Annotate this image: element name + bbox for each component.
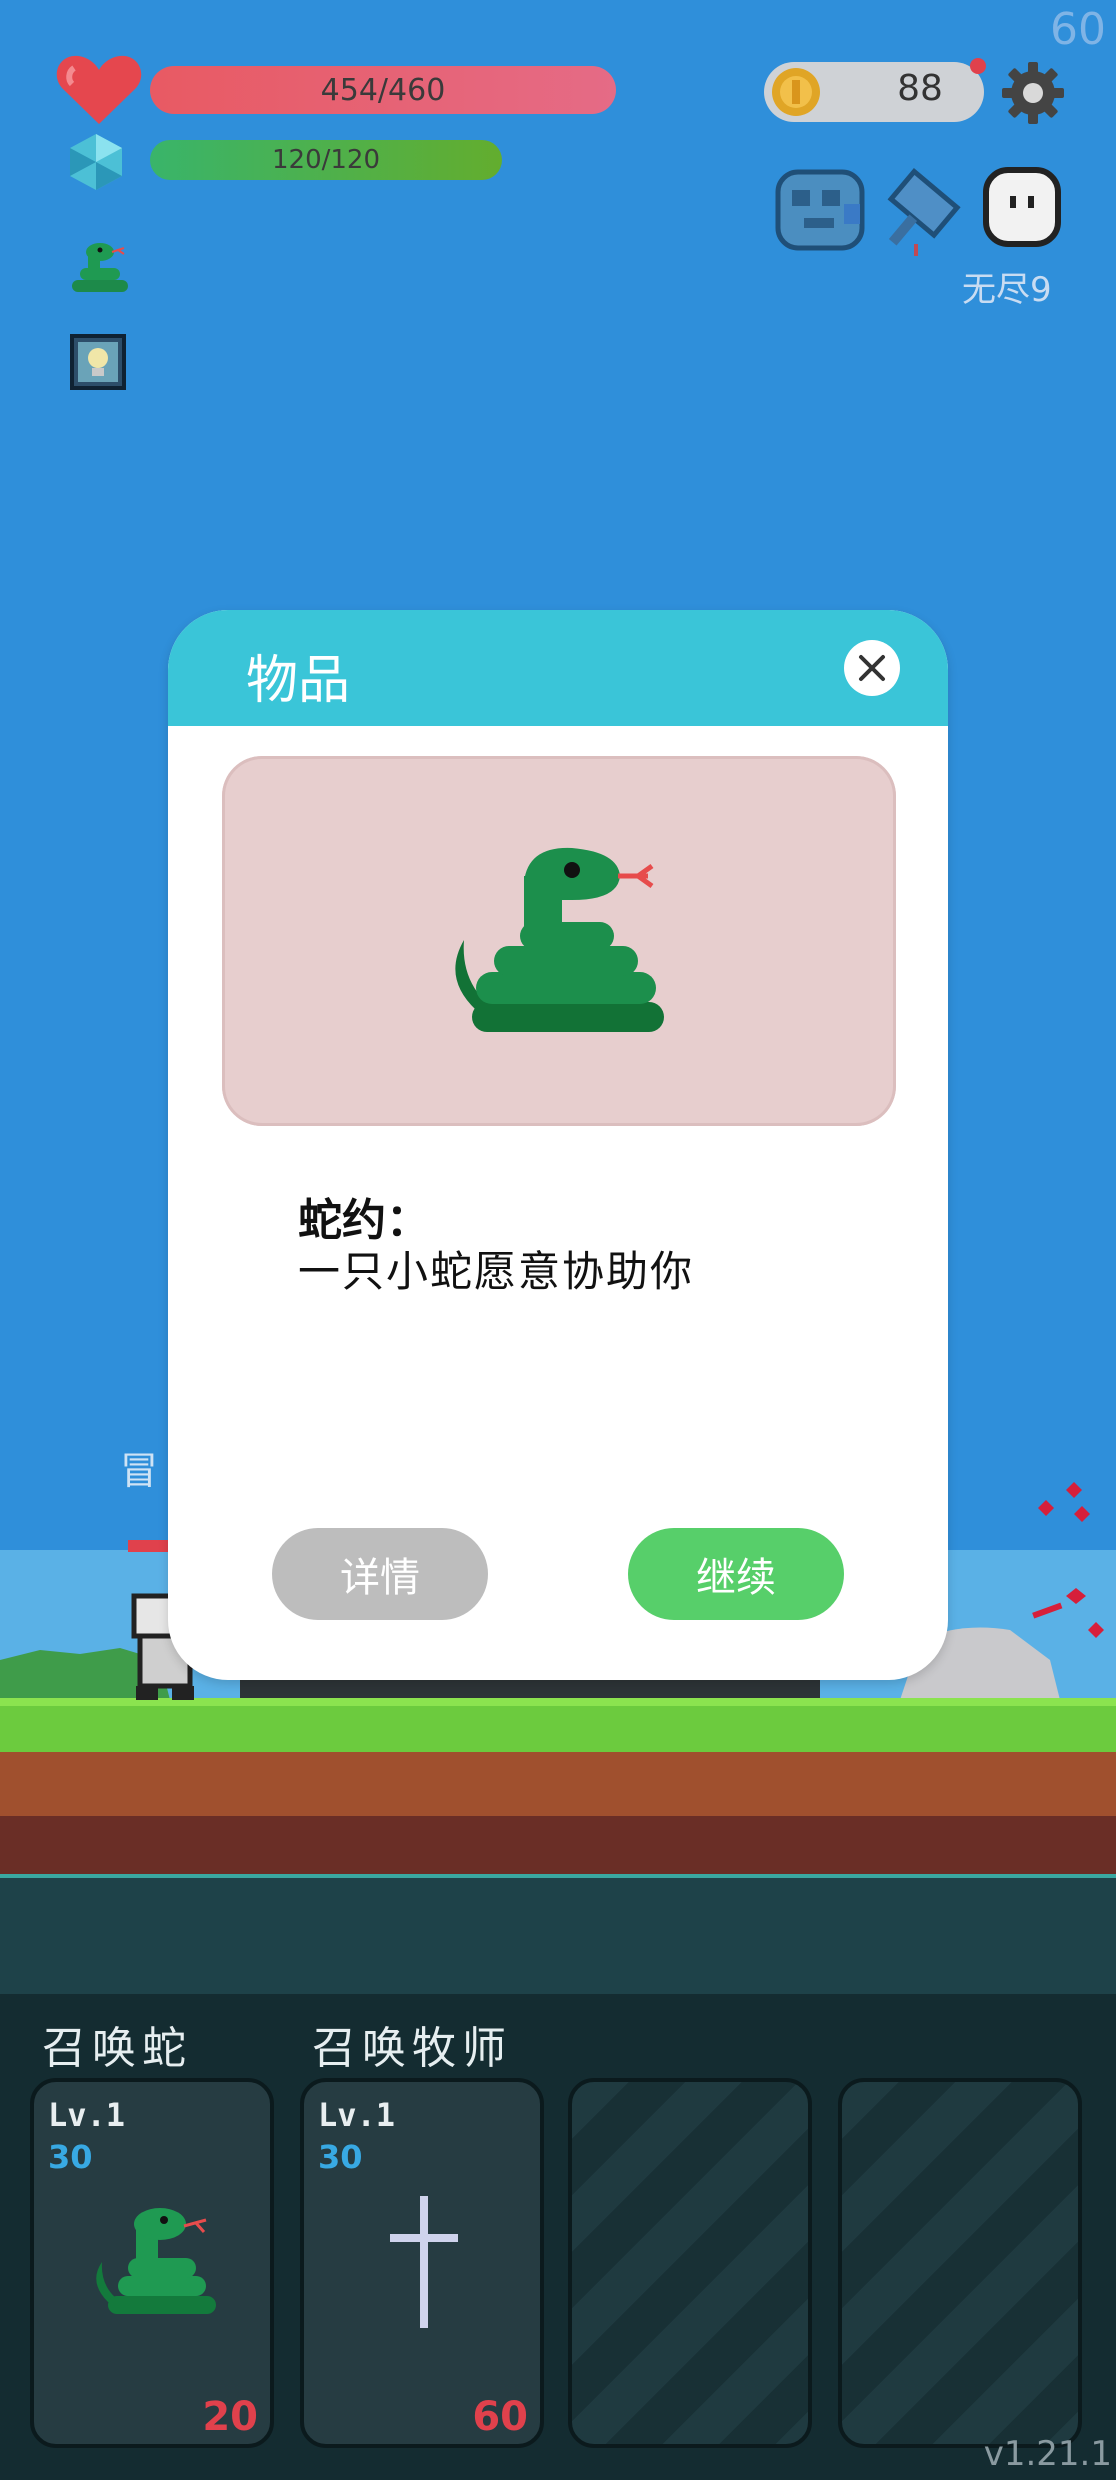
close-button[interactable]: [844, 640, 900, 696]
cross-icon: [390, 2196, 458, 2328]
adventurer-label-partial: 冒: [120, 1449, 159, 1493]
skill-title-summon-priest: 召唤牧师: [312, 2023, 512, 2074]
lightbulb-item-icon[interactable]: [70, 334, 126, 390]
mana-crystal-icon: [70, 134, 122, 190]
snake-icon: [455, 847, 664, 1032]
heart-icon: [56, 55, 142, 124]
snake-icon: [96, 2208, 216, 2314]
cleaver-icon[interactable]: [874, 164, 970, 260]
mana-value: 120/120: [271, 145, 380, 175]
skill-title-summon-snake: 召唤蛇: [42, 2023, 192, 2074]
deep-dirt-layer: [0, 1816, 1116, 1874]
health-value: 454/460: [320, 72, 446, 108]
skill-card-summon-priest[interactable]: Lv.1 30 60: [300, 2078, 544, 2448]
coin-value: 88: [897, 68, 943, 109]
skill-cost: 30: [318, 2138, 363, 2176]
notification-dot: [970, 58, 986, 74]
close-icon: [859, 655, 885, 681]
health-bar: 454/460: [150, 66, 616, 114]
blood-particles: [1032, 1482, 1104, 1638]
skill-price: 60: [472, 2394, 528, 2440]
empty-skill-slot-2[interactable]: [838, 2078, 1082, 2448]
skill-level: Lv.1: [318, 2096, 396, 2134]
details-button[interactable]: 详情: [272, 1528, 488, 1620]
adventurer-health-partial: [128, 1540, 172, 1552]
endless-mode-label: 无尽9: [962, 270, 1052, 310]
version-label: v1.21.1: [983, 2434, 1112, 2474]
snake-buff-icon[interactable]: [66, 236, 136, 296]
coin-icon: [772, 68, 820, 116]
empty-skill-slot-1[interactable]: [568, 2078, 812, 2448]
item-description: 一只小蛇愿意协助你: [298, 1247, 695, 1296]
fps-counter: 60: [1050, 4, 1106, 55]
skill-level: Lv.1: [48, 2096, 126, 2134]
item-image-frame: [222, 756, 896, 1126]
skill-cost: 30: [48, 2138, 93, 2176]
settings-gear-icon[interactable]: [1000, 60, 1066, 126]
item-dialog: 物品 蛇约： 一只小蛇愿意协助你 详情 继续: [168, 610, 948, 1680]
skull-character-icon[interactable]: [774, 164, 866, 254]
ghost-character-icon[interactable]: [982, 166, 1062, 248]
continue-button[interactable]: 继续: [628, 1528, 844, 1620]
skill-price: 20: [202, 2394, 258, 2440]
water-strip: [0, 1874, 1116, 1998]
mana-bar: 120/120: [150, 140, 502, 180]
dirt-layer: [0, 1752, 1116, 1816]
dialog-title: 物品: [246, 651, 351, 711]
skill-card-summon-snake[interactable]: Lv.1 30 20: [30, 2078, 274, 2448]
